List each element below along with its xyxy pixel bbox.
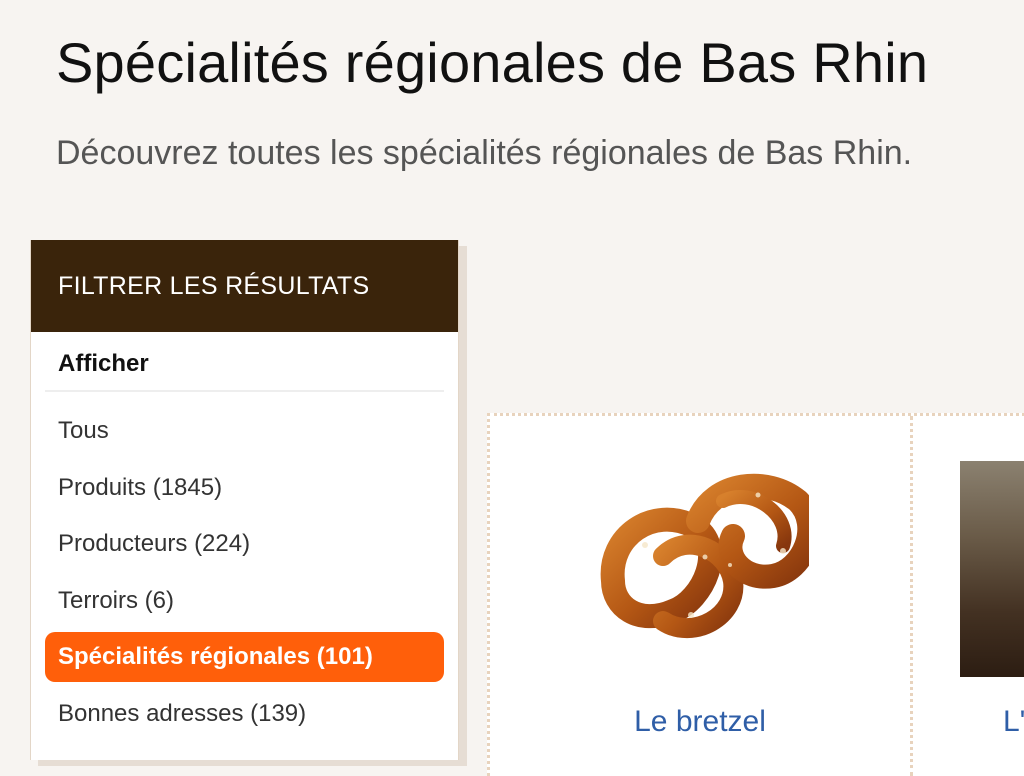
filter-panel: FILTRER LES RÉSULTATS Afficher Tous Prod… <box>30 240 459 760</box>
filter-item-producteurs[interactable]: Producteurs (224) <box>45 519 444 569</box>
pretzel-illustration <box>600 473 809 639</box>
result-title-bretzel[interactable]: Le bretzel <box>490 705 910 739</box>
page-title: Spécialités régionales de Bas Rhin <box>56 31 929 94</box>
filter-list: Tous Produits (1845) Producteurs (224) T… <box>31 406 458 739</box>
pretzel-image[interactable] <box>593 461 809 677</box>
filter-item-specialites-regionales[interactable]: Spécialités régionales (101) <box>45 632 444 682</box>
results-grid: Le bretzel L' <box>487 413 1024 776</box>
result-title-second[interactable]: L' <box>1003 705 1024 739</box>
page-subtitle: Découvrez toutes les spécialités régiona… <box>56 134 913 172</box>
result-card-bretzel[interactable]: Le bretzel <box>490 416 913 776</box>
food-photo[interactable] <box>960 461 1024 677</box>
filter-item-produits[interactable]: Produits (1845) <box>45 463 444 513</box>
filter-section-title: Afficher <box>45 350 444 392</box>
filter-item-tous[interactable]: Tous <box>45 406 444 456</box>
filter-item-terroirs[interactable]: Terroirs (6) <box>45 576 444 626</box>
result-card-second[interactable]: L' <box>913 416 1024 776</box>
filter-header: FILTRER LES RÉSULTATS <box>31 240 458 332</box>
filter-item-bonnes-adresses[interactable]: Bonnes adresses (139) <box>45 689 444 739</box>
